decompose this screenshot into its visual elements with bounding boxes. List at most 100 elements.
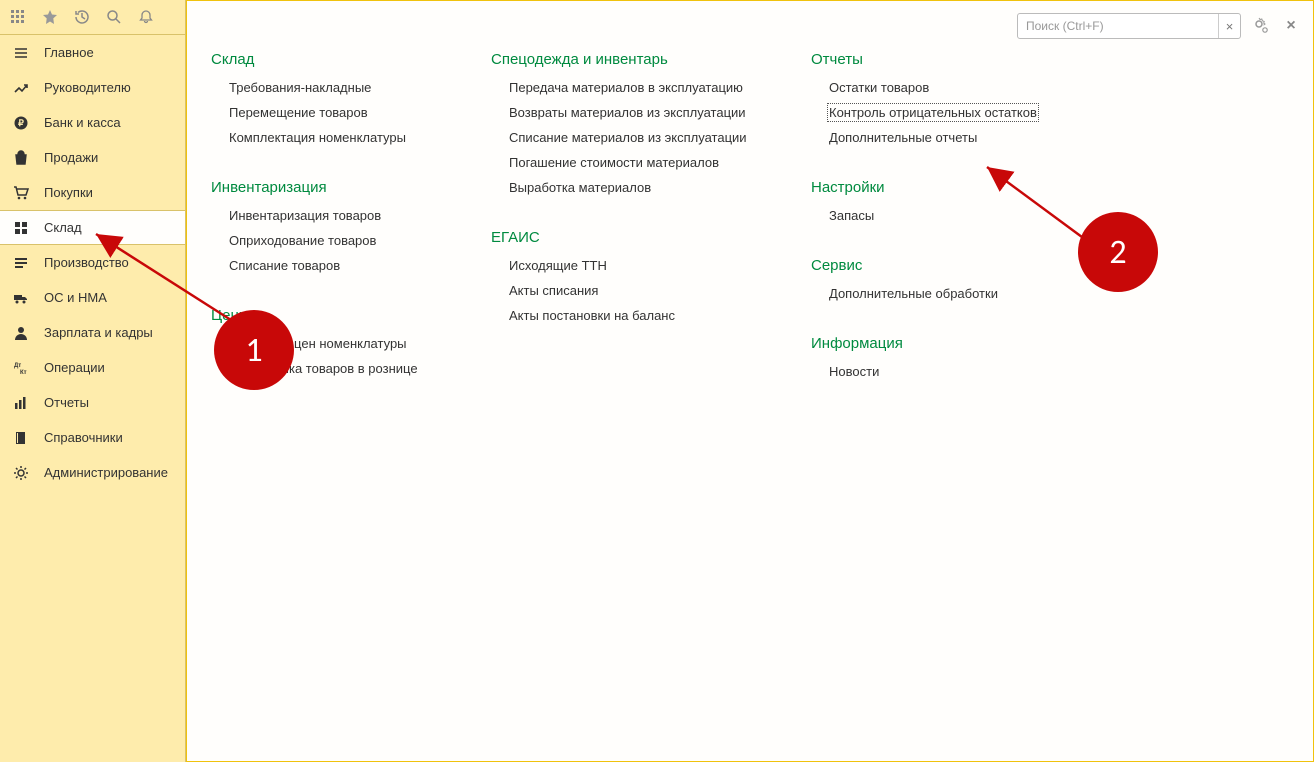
search-icon[interactable] [104, 7, 124, 27]
group-header[interactable]: Спецодежда и инвентарь [491, 51, 771, 68]
nav-list: Главное Руководителю ₽Банк и касса Продажи П… [0, 35, 185, 762]
group-items: Исходящие ТТН Акты списания Акты постановк… [491, 258, 771, 333]
group-header[interactable]: Отчеты [811, 51, 1071, 68]
sidebar-item-5[interactable]: Склад [0, 210, 185, 245]
search-input[interactable] [1018, 15, 1218, 37]
main-panel: × × Склад Требования-накладные Перемещение… [186, 0, 1314, 762]
group-header[interactable]: ЕГАИС [491, 229, 771, 246]
close-icon[interactable]: × [1281, 16, 1301, 36]
sidebar-label: Продажи [44, 150, 98, 165]
menu-link[interactable]: Оприходование товаров [229, 233, 376, 248]
gear-icon [12, 464, 30, 482]
menu-link[interactable]: Погашение стоимости материалов [509, 155, 719, 170]
group-header[interactable]: Склад [211, 51, 451, 68]
group-2-0: Отчеты Остатки товаров Контроль отрицатель… [811, 51, 1071, 155]
truck-icon [12, 289, 30, 307]
menu-link[interactable]: Выработка материалов [509, 180, 651, 195]
menu-link[interactable]: Акты постановки на баланс [509, 308, 675, 323]
menu-icon [12, 44, 30, 62]
sidebar: Главное Руководителю ₽Банк и касса Продажи П… [0, 0, 186, 762]
star-icon[interactable] [40, 7, 60, 27]
sidebar-label: Руководителю [44, 80, 131, 95]
sidebar-label: Склад [44, 220, 82, 235]
col-chart-icon [12, 394, 30, 412]
sidebar-label: Справочники [44, 430, 123, 445]
sidebar-label: Производство [44, 255, 129, 270]
group-items: Остатки товаров Контроль отрицательных ос… [811, 80, 1071, 155]
menu-link[interactable]: Перемещение товаров [229, 105, 368, 120]
sidebar-item-6[interactable]: Производство [0, 245, 185, 280]
menu-link[interactable]: Исходящие ТТН [509, 258, 607, 273]
cart-icon [12, 184, 30, 202]
menu-link[interactable]: Дополнительные обработки [829, 286, 998, 301]
menu-link[interactable]: Контроль отрицательных остатков [829, 105, 1037, 120]
sidebar-item-7[interactable]: ОС и НМА [0, 280, 185, 315]
sidebar-item-8[interactable]: Зарплата и кадры [0, 315, 185, 350]
group-items: Установка цен номенклатуры Переоценка тов… [211, 336, 451, 386]
group-header[interactable]: Информация [811, 335, 1071, 352]
sidebar-item-12[interactable]: Администрирование [0, 455, 185, 490]
menu-link[interactable]: Установка цен номенклатуры [229, 336, 407, 351]
menu-link[interactable]: Акты списания [509, 283, 598, 298]
sidebar-label: Зарплата и кадры [44, 325, 153, 340]
menu-link[interactable]: Запасы [829, 208, 874, 223]
menu-link[interactable]: Передача материалов в эксплуатацию [509, 80, 743, 95]
group-0-1: Инвентаризация Инвентаризация товаров Опри… [211, 179, 451, 283]
settings-gear-icon[interactable] [1251, 16, 1271, 36]
main-top-bar: × × [187, 1, 1313, 51]
svg-text:₽: ₽ [18, 118, 24, 128]
sidebar-label: Отчеты [44, 395, 89, 410]
group-items: Требования-накладные Перемещение товаров К… [211, 80, 451, 155]
apps-icon[interactable] [8, 7, 28, 27]
sidebar-item-3[interactable]: Продажи [0, 140, 185, 175]
group-items: Новости [811, 364, 1071, 389]
clear-search-icon[interactable]: × [1218, 14, 1240, 38]
search-field[interactable]: × [1017, 13, 1241, 39]
menu-link[interactable]: Списание товаров [229, 258, 340, 273]
group-header[interactable]: Настройки [811, 179, 1071, 196]
menu-link[interactable]: Дополнительные отчеты [829, 130, 977, 145]
menu-link[interactable]: Требования-накладные [229, 80, 371, 95]
history-icon[interactable] [72, 7, 92, 27]
user-icon [12, 324, 30, 342]
group-header[interactable]: Инвентаризация [211, 179, 451, 196]
group-header[interactable]: Цены [211, 307, 451, 324]
group-header[interactable]: Сервис [811, 257, 1071, 274]
svg-text:Кт: Кт [20, 370, 27, 376]
book-icon [12, 429, 30, 447]
group-0-2: Цены Установка цен номенклатуры Переоценка… [211, 307, 451, 386]
group-1-1: ЕГАИС Исходящие ТТН Акты списания Акты пост… [491, 229, 771, 333]
column-1: Спецодежда и инвентарь Передача материало… [491, 51, 771, 741]
bell-icon[interactable] [136, 7, 156, 27]
sidebar-item-11[interactable]: Справочники [0, 420, 185, 455]
bars-icon [12, 254, 30, 272]
group-0-0: Склад Требования-накладные Перемещение тов… [211, 51, 451, 155]
sidebar-label: Главное [44, 45, 94, 60]
sidebar-label: ОС и НМА [44, 290, 107, 305]
bag-icon [12, 149, 30, 167]
dtk-icon: ДтКт [12, 359, 30, 377]
sidebar-item-1[interactable]: Руководителю [0, 70, 185, 105]
menu-link[interactable]: Переоценка товаров в рознице [229, 361, 418, 376]
menu-link[interactable]: Возвраты материалов из эксплуатации [509, 105, 746, 120]
sidebar-item-9[interactable]: ДтКтОперации [0, 350, 185, 385]
top-toolbar [0, 0, 185, 35]
menu-link[interactable]: Новости [829, 364, 879, 379]
sidebar-item-4[interactable]: Покупки [0, 175, 185, 210]
group-1-0: Спецодежда и инвентарь Передача материало… [491, 51, 771, 205]
column-2: Отчеты Остатки товаров Контроль отрицатель… [811, 51, 1071, 741]
group-2-2: Сервис Дополнительные обработки [811, 257, 1071, 311]
group-items: Дополнительные обработки [811, 286, 1071, 311]
menu-link[interactable]: Инвентаризация товаров [229, 208, 381, 223]
chart-up-icon [12, 79, 30, 97]
column-0: Склад Требования-накладные Перемещение тов… [211, 51, 451, 741]
menu-link[interactable]: Списание материалов из эксплуатации [509, 130, 747, 145]
group-items: Инвентаризация товаров Оприходование това… [211, 208, 451, 283]
menu-link[interactable]: Комплектация номенклатуры [229, 130, 406, 145]
sidebar-item-2[interactable]: ₽Банк и касса [0, 105, 185, 140]
group-2-1: Настройки Запасы [811, 179, 1071, 233]
group-2-3: Информация Новости [811, 335, 1071, 389]
sidebar-item-0[interactable]: Главное [0, 35, 185, 70]
sidebar-item-10[interactable]: Отчеты [0, 385, 185, 420]
menu-link[interactable]: Остатки товаров [829, 80, 929, 95]
